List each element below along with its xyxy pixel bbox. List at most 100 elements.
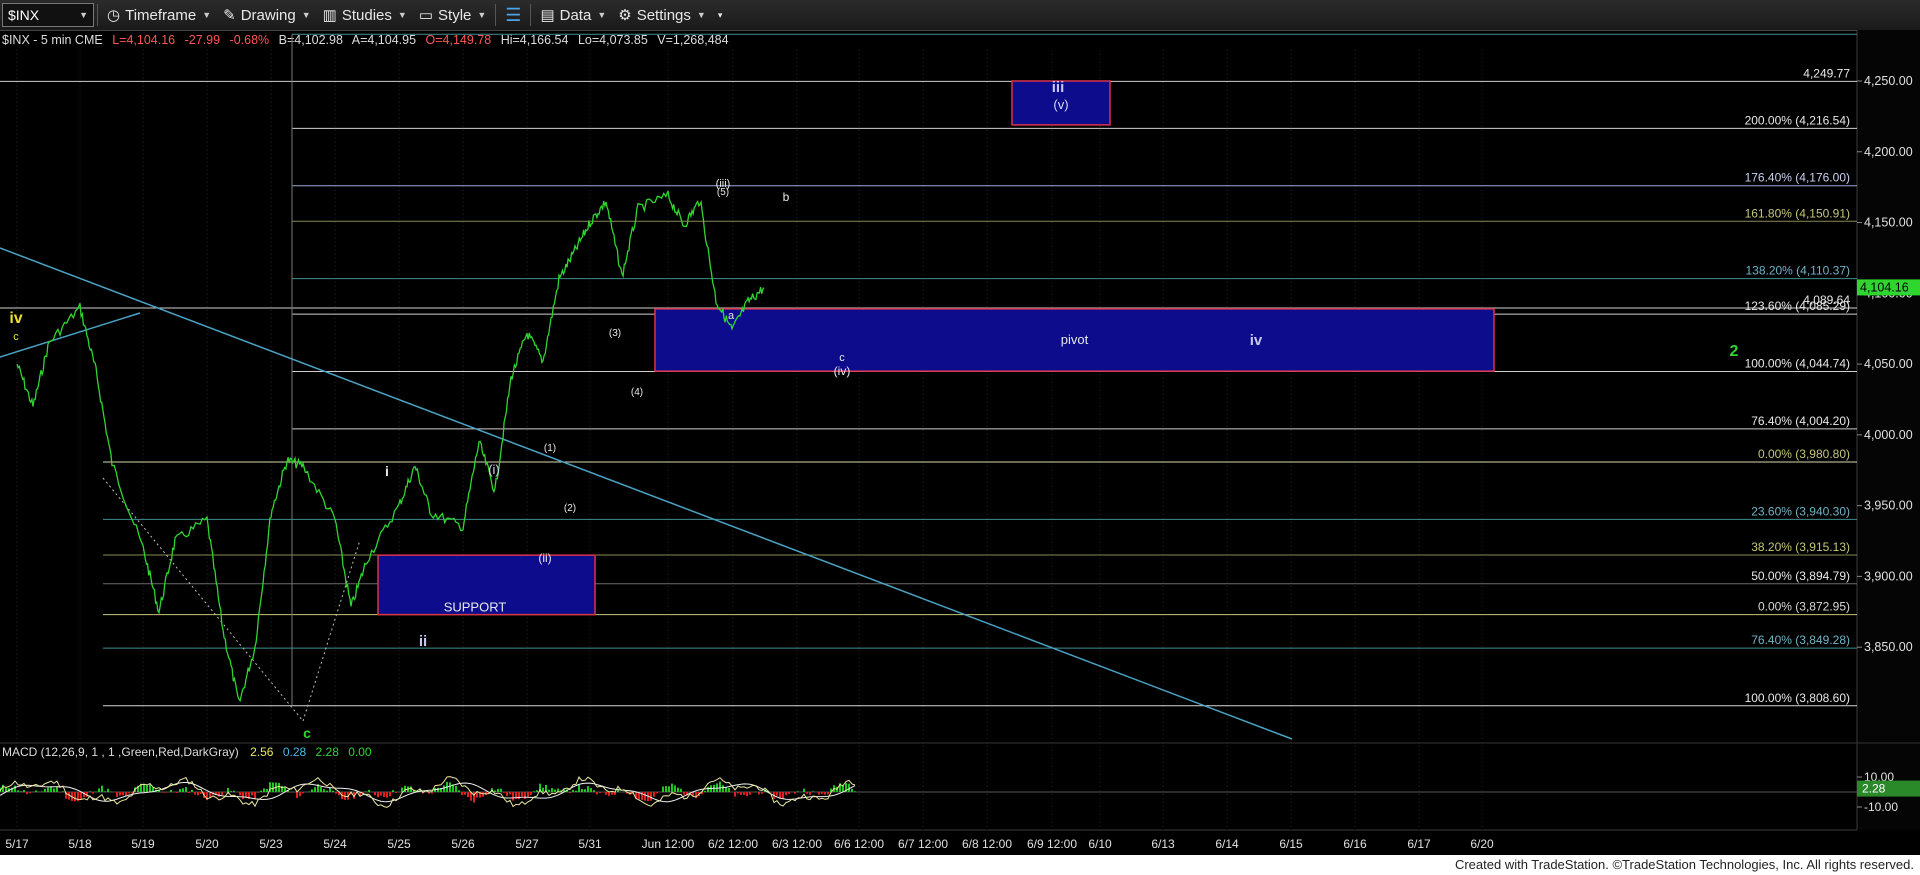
time-tick-label: 6/20 xyxy=(1470,837,1494,851)
timeframe-button[interactable]: ◷ Timeframe ▼ xyxy=(101,0,217,30)
fib-level-label: 50.00% (3,894.79) xyxy=(1751,569,1850,583)
gear-icon: ⚙ xyxy=(618,7,632,24)
macd-legend: MACD (12,26,9, 1 , 1 ,Green,Red,DarkGray… xyxy=(2,745,372,759)
price-series xyxy=(16,190,765,703)
price-tick-label: 4,150.00 xyxy=(1864,216,1913,230)
wave-label: (i) xyxy=(488,462,500,477)
fib-level-label: 23.60% (3,940.30) xyxy=(1751,504,1850,518)
style-button[interactable]: ▭ Style ▼ xyxy=(413,0,492,30)
symbol-info: $INX - 5 min CME L=4,104.16 -27.99 -0.68… xyxy=(2,33,729,47)
chevron-down-icon: ▼ xyxy=(696,10,706,20)
macd-tick-label: 2.28 xyxy=(1862,782,1886,796)
layout-icon: ☰ xyxy=(505,4,522,25)
symbol-text: $INX - 5 min CME xyxy=(2,33,103,47)
chevron-down-icon: ▼ xyxy=(301,10,311,20)
macd-value-3: 2.28 xyxy=(316,745,340,759)
wave-label: c xyxy=(839,352,845,364)
price-level-label: 4,089.64 xyxy=(1803,293,1850,307)
low-text: Lo=4,073.85 xyxy=(578,33,648,47)
time-tick-label: 6/16 xyxy=(1343,837,1367,851)
macd-value-2: 0.28 xyxy=(283,745,307,759)
studies-icon: ▥ xyxy=(322,7,337,24)
footer-text: Created with TradeStation. ©TradeStation… xyxy=(1454,857,1914,872)
ask-text: A=4,104.95 xyxy=(352,33,416,47)
symbol-value: $INX xyxy=(8,7,40,23)
time-tick-label: 6/10 xyxy=(1088,837,1112,851)
wave-projection-line xyxy=(102,477,304,722)
chevron-down-icon: ▼ xyxy=(202,10,212,20)
time-axis[interactable]: 5/17 5/18 5/19 5/20 5/23 5/24 5/25 5/26 5/27 5/31… xyxy=(5,837,1494,851)
fib-labels: 200.00% (4,216.54) 176.40% (4,176.00) 161.… xyxy=(1745,66,1851,704)
chevron-down-icon: ▼ xyxy=(397,10,407,20)
style-label: Style xyxy=(438,6,472,24)
studies-label: Studies xyxy=(341,6,392,24)
time-tick-label: 6/7 12:00 xyxy=(898,837,948,851)
fib-level-label: 76.40% (4,004.20) xyxy=(1751,414,1850,428)
chevron-down-icon: ▼ xyxy=(477,10,487,20)
bid-text: B=4,102.98 xyxy=(279,33,343,47)
wave-box-label: SUPPORT xyxy=(444,600,507,615)
style-icon: ▭ xyxy=(418,7,434,24)
time-tick-label: 5/23 xyxy=(259,837,283,851)
wave-label: i xyxy=(385,463,389,479)
time-tick-label: 5/27 xyxy=(515,837,539,851)
wave-label: iv xyxy=(1250,332,1263,349)
fib-level-label: 0.00% (3,872.95) xyxy=(1758,600,1850,614)
symbol-input[interactable]: $INX ▼ xyxy=(2,3,94,27)
price-tick-label: 4,050.00 xyxy=(1864,357,1913,371)
data-label: Data xyxy=(559,6,592,24)
drawing-label: Drawing xyxy=(240,6,296,24)
studies-button[interactable]: ▥ Studies ▼ xyxy=(317,0,413,30)
settings-button[interactable]: ⚙ Settings ▼ xyxy=(612,0,712,30)
volume-text: V=1,268,484 xyxy=(657,33,728,47)
price-chart[interactable]: $INX - 5 min CME L=4,104.16 -27.99 -0.68… xyxy=(0,30,1920,855)
time-tick-label: 5/24 xyxy=(323,837,347,851)
chevron-down-icon[interactable]: ▼ xyxy=(79,10,88,20)
macd-label: MACD (12,26,9, 1 , 1 ,Green,Red,DarkGray… xyxy=(2,745,239,759)
drawing-button[interactable]: ✎ Drawing ▼ xyxy=(217,0,317,30)
wave-label: c xyxy=(13,331,19,343)
wave-label: c xyxy=(303,725,311,741)
time-tick-label: 5/20 xyxy=(195,837,219,851)
time-tick-label: 6/8 12:00 xyxy=(962,837,1012,851)
time-tick-label: 6/13 xyxy=(1151,837,1175,851)
settings-label: Settings xyxy=(636,6,691,24)
price-tick-label: 3,950.00 xyxy=(1864,499,1913,513)
price-tick-label: 4,000.00 xyxy=(1864,428,1913,442)
price-tick-label: 3,900.00 xyxy=(1864,569,1913,583)
macd-value-1: 2.56 xyxy=(250,745,274,759)
wave-label: (3) xyxy=(609,328,621,339)
macd-value-4: 0.00 xyxy=(348,745,372,759)
time-tick-label: 5/18 xyxy=(68,837,92,851)
wave-label: iii xyxy=(1052,79,1065,96)
wave-label: (ii) xyxy=(538,551,551,565)
price-tick-label: 4,200.00 xyxy=(1864,145,1913,159)
price-tick-label: 4,250.00 xyxy=(1864,74,1913,88)
fib-level-label: 200.00% (4,216.54) xyxy=(1745,113,1850,127)
wave-projection-line xyxy=(302,539,361,722)
data-icon: ▤ xyxy=(540,7,555,24)
change-percent-text: -0.68% xyxy=(230,33,270,47)
toolbar-divider xyxy=(495,4,497,26)
fib-level-label: 100.00% (3,808.60) xyxy=(1745,691,1850,705)
price-level-label: 4,249.77 xyxy=(1803,66,1850,80)
time-tick-label: 5/19 xyxy=(131,837,155,851)
fib-level-label: 176.40% (4,176.00) xyxy=(1745,171,1850,185)
time-tick-label: 6/6 12:00 xyxy=(834,837,884,851)
open-text: O=4,149.78 xyxy=(426,33,492,47)
overflow-icon: ▾ xyxy=(717,9,723,20)
footer: Created with TradeStation. ©TradeStation… xyxy=(0,855,1920,875)
last-price-label: 4,104.16 xyxy=(1860,280,1909,294)
price-line xyxy=(16,190,765,703)
layout-button[interactable]: ☰ xyxy=(499,0,527,30)
wave-boxes: (v) pivot SUPPORT xyxy=(377,80,1495,616)
toolbar-overflow-button[interactable]: ▾ xyxy=(712,0,729,30)
time-tick-label: 6/15 xyxy=(1279,837,1303,851)
time-tick-label: 5/17 xyxy=(5,837,29,851)
wave-label: a xyxy=(728,310,735,322)
time-tick-label: 5/31 xyxy=(578,837,602,851)
data-button[interactable]: ▤ Data ▼ xyxy=(534,0,612,30)
timeframe-label: Timeframe xyxy=(125,6,197,24)
wave-label: ii xyxy=(419,633,427,650)
clock-icon: ◷ xyxy=(107,7,121,24)
